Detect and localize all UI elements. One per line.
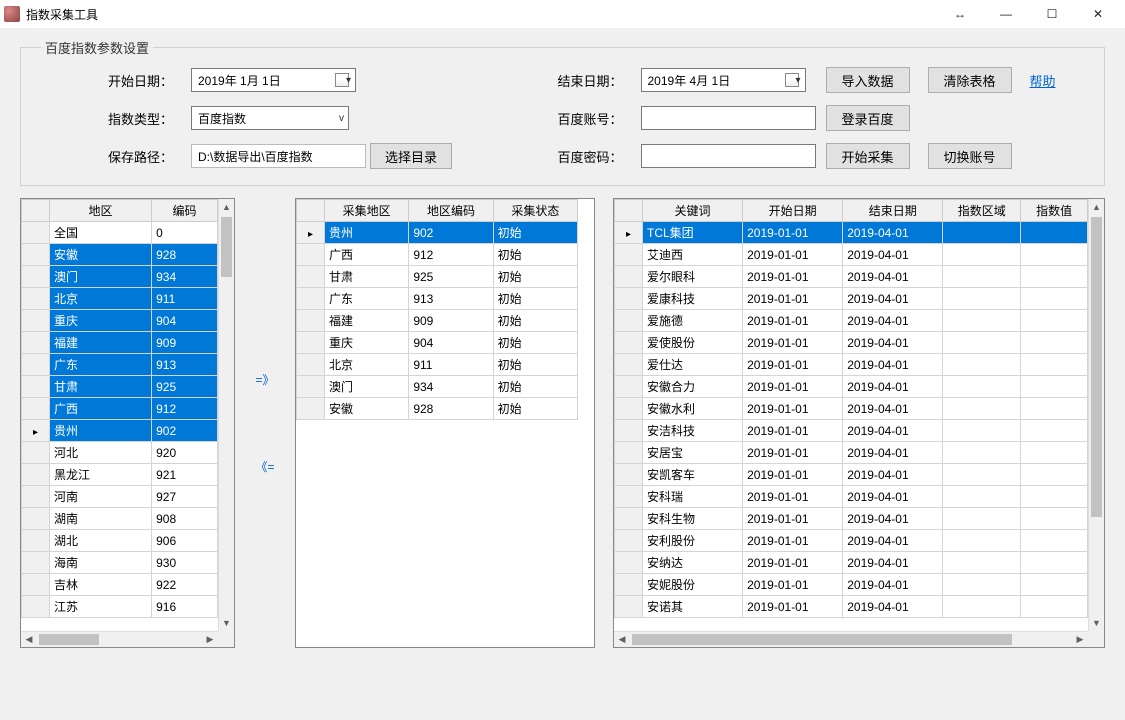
scrollbar-horizontal[interactable]: ◀▶ bbox=[21, 631, 218, 647]
table-row[interactable]: 爱尔眼科2019-01-012019-04-01 bbox=[615, 266, 1088, 288]
minimize-button[interactable]: — bbox=[983, 0, 1029, 28]
maximize-button[interactable]: ☐ bbox=[1029, 0, 1075, 28]
password-input[interactable] bbox=[641, 144, 816, 168]
table-row[interactable]: 福建909初始 bbox=[297, 310, 578, 332]
table-row[interactable]: 澳门934初始 bbox=[297, 376, 578, 398]
move-left-button[interactable]: 《= bbox=[255, 458, 274, 475]
scrollbar-horizontal[interactable]: ◀▶ bbox=[614, 631, 1088, 647]
table-row[interactable]: 安徽水利2019-01-012019-04-01 bbox=[615, 398, 1088, 420]
collect-region-grid[interactable]: 采集地区地区编码采集状态贵州902初始广西912初始甘肃925初始广东913初始… bbox=[295, 198, 595, 648]
table-row[interactable]: 澳门934 bbox=[22, 266, 218, 288]
table-row[interactable]: 安徽928初始 bbox=[297, 398, 578, 420]
table-row[interactable]: 湖北906 bbox=[22, 530, 218, 552]
table-row[interactable]: 重庆904初始 bbox=[297, 332, 578, 354]
table-row[interactable]: 广东913 bbox=[22, 354, 218, 376]
import-data-button[interactable]: 导入数据 bbox=[826, 67, 910, 93]
region-grid[interactable]: 地区编码全国0安徽928澳门934北京911重庆904福建909广东913甘肃9… bbox=[20, 198, 235, 648]
start-date-label: 开始日期： bbox=[41, 71, 181, 90]
end-date-picker[interactable]: 2019年 4月 1日 ▾ bbox=[641, 68, 806, 92]
table-row[interactable]: 安凯客车2019-01-012019-04-01 bbox=[615, 464, 1088, 486]
login-button[interactable]: 登录百度 bbox=[826, 105, 910, 131]
table-row[interactable]: 爱使股份2019-01-012019-04-01 bbox=[615, 332, 1088, 354]
end-date-value: 2019年 4月 1日 bbox=[648, 72, 731, 89]
table-row[interactable]: 广东913初始 bbox=[297, 288, 578, 310]
table-row[interactable]: 全国0 bbox=[22, 222, 218, 244]
table-row[interactable]: 爱仕达2019-01-012019-04-01 bbox=[615, 354, 1088, 376]
pick-dir-button[interactable]: 选择目录 bbox=[370, 143, 452, 169]
save-path-label: 保存路径： bbox=[41, 147, 181, 166]
table-row[interactable]: 广西912初始 bbox=[297, 244, 578, 266]
table-row[interactable]: 安徽合力2019-01-012019-04-01 bbox=[615, 376, 1088, 398]
table-row[interactable]: TCL集团2019-01-012019-04-01 bbox=[615, 222, 1088, 244]
table-row[interactable]: 北京911 bbox=[22, 288, 218, 310]
clear-table-button[interactable]: 清除表格 bbox=[928, 67, 1012, 93]
app-icon bbox=[4, 6, 20, 22]
password-label: 百度密码： bbox=[491, 147, 631, 166]
table-row[interactable]: 江苏916 bbox=[22, 596, 218, 618]
table-row[interactable]: 安利股份2019-01-012019-04-01 bbox=[615, 530, 1088, 552]
close-button[interactable]: ✕ bbox=[1075, 0, 1121, 28]
table-row[interactable]: 河南927 bbox=[22, 486, 218, 508]
params-groupbox: 百度指数参数设置 开始日期： 2019年 1月 1日 ▾ 结束日期： 2019年… bbox=[20, 38, 1105, 186]
table-row[interactable]: 福建909 bbox=[22, 332, 218, 354]
table-row[interactable]: 安居宝2019-01-012019-04-01 bbox=[615, 442, 1088, 464]
table-row[interactable]: 甘肃925初始 bbox=[297, 266, 578, 288]
table-row[interactable]: 湖南908 bbox=[22, 508, 218, 530]
resize-icon[interactable]: ↔ bbox=[937, 0, 983, 28]
start-collect-button[interactable]: 开始采集 bbox=[826, 143, 910, 169]
account-input[interactable] bbox=[641, 106, 816, 130]
end-date-label: 结束日期： bbox=[491, 71, 631, 90]
params-legend: 百度指数参数设置 bbox=[41, 38, 153, 57]
table-row[interactable]: 爱康科技2019-01-012019-04-01 bbox=[615, 288, 1088, 310]
start-date-value: 2019年 1月 1日 bbox=[198, 72, 281, 89]
account-label: 百度账号： bbox=[491, 109, 631, 128]
table-row[interactable]: 贵州902 bbox=[22, 420, 218, 442]
table-row[interactable]: 河北920 bbox=[22, 442, 218, 464]
index-type-label: 指数类型： bbox=[41, 109, 181, 128]
table-row[interactable]: 北京911初始 bbox=[297, 354, 578, 376]
keyword-grid[interactable]: 关键词开始日期结束日期指数区域指数值TCL集团2019-01-012019-04… bbox=[613, 198, 1105, 648]
window-title: 指数采集工具 bbox=[26, 6, 98, 23]
start-date-picker[interactable]: 2019年 1月 1日 ▾ bbox=[191, 68, 356, 92]
table-row[interactable]: 安洁科技2019-01-012019-04-01 bbox=[615, 420, 1088, 442]
table-row[interactable]: 安科生物2019-01-012019-04-01 bbox=[615, 508, 1088, 530]
index-type-value: 百度指数 bbox=[198, 110, 246, 127]
move-right-button[interactable]: =》 bbox=[255, 371, 274, 388]
table-row[interactable]: 艾迪西2019-01-012019-04-01 bbox=[615, 244, 1088, 266]
table-row[interactable]: 甘肃925 bbox=[22, 376, 218, 398]
save-path-input[interactable]: D:\数据导出\百度指数 bbox=[191, 144, 366, 168]
table-row[interactable]: 海南930 bbox=[22, 552, 218, 574]
table-row[interactable]: 吉林922 bbox=[22, 574, 218, 596]
table-row[interactable]: 广西912 bbox=[22, 398, 218, 420]
table-row[interactable]: 重庆904 bbox=[22, 310, 218, 332]
switch-account-button[interactable]: 切换账号 bbox=[928, 143, 1012, 169]
scrollbar-vertical[interactable]: ▲▼ bbox=[1088, 199, 1104, 631]
index-type-combo[interactable]: 百度指数 v bbox=[191, 106, 349, 130]
chevron-down-icon: v bbox=[339, 113, 344, 124]
table-row[interactable]: 安纳达2019-01-012019-04-01 bbox=[615, 552, 1088, 574]
table-row[interactable]: 黑龙江921 bbox=[22, 464, 218, 486]
help-link[interactable]: 帮助 bbox=[1030, 71, 1056, 90]
table-row[interactable]: 爱施德2019-01-012019-04-01 bbox=[615, 310, 1088, 332]
title-bar: 指数采集工具 ↔ — ☐ ✕ bbox=[0, 0, 1125, 28]
table-row[interactable]: 安诺其2019-01-012019-04-01 bbox=[615, 596, 1088, 618]
table-row[interactable]: 安妮股份2019-01-012019-04-01 bbox=[615, 574, 1088, 596]
scrollbar-vertical[interactable]: ▲▼ bbox=[218, 199, 234, 631]
table-row[interactable]: 安科瑞2019-01-012019-04-01 bbox=[615, 486, 1088, 508]
table-row[interactable]: 贵州902初始 bbox=[297, 222, 578, 244]
table-row[interactable]: 安徽928 bbox=[22, 244, 218, 266]
transfer-buttons: =》 《= bbox=[235, 198, 295, 648]
